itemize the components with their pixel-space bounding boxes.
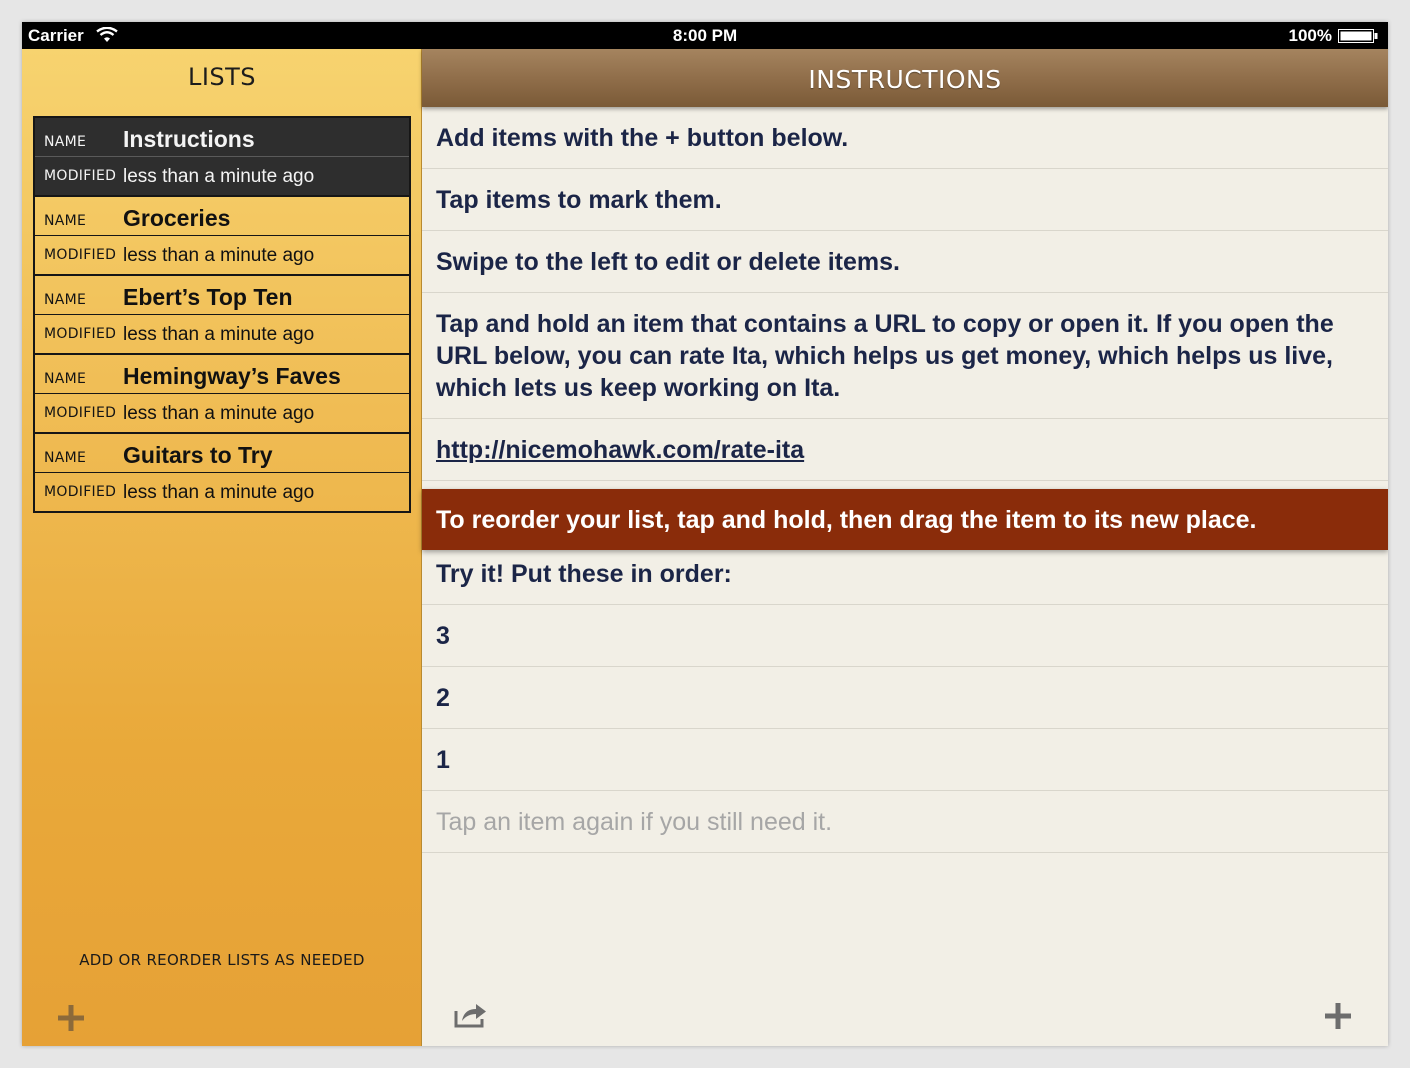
list-item[interactable]: Swipe to the left to edit or delete item…: [422, 231, 1388, 293]
list-item-instructions[interactable]: NAME Instructions MODIFIED less than a min…: [35, 118, 409, 197]
list-item-marked[interactable]: Tap an item again if you still need it.: [422, 791, 1388, 853]
sidebar-hint: ADD OR REORDER LISTS AS NEEDED: [79, 951, 365, 969]
items-list: Add items with the + button below. Tap i…: [422, 107, 1388, 853]
list-item[interactable]: Try it! Put these in order:: [422, 550, 1388, 605]
modified-label: MODIFIED: [44, 247, 117, 263]
list-item-highlighted[interactable]: To reorder your list, tap and hold, then…: [422, 489, 1388, 550]
list-name: Guitars to Try: [123, 442, 273, 468]
detail-header: INSTRUCTIONS: [422, 49, 1388, 107]
list-modified: less than a minute ago: [123, 166, 315, 187]
list-detail: INSTRUCTIONS Add items with the + button…: [422, 49, 1388, 1046]
list-item-url[interactable]: http://nicemohawk.com/rate-ita: [422, 419, 1388, 481]
battery-icon: [1338, 29, 1378, 43]
list-item[interactable]: Tap items to mark them.: [422, 169, 1388, 231]
modified-label: MODIFIED: [44, 168, 117, 184]
name-label: NAME: [44, 371, 87, 387]
name-label: NAME: [44, 292, 87, 308]
url-link[interactable]: http://nicemohawk.com/rate-ita: [436, 436, 804, 464]
ipad-screen: Carrier 8:00 PM 100% LISTS NAME Instructi…: [22, 22, 1388, 1046]
share-icon[interactable]: [454, 999, 488, 1029]
name-label: NAME: [44, 134, 87, 150]
list-item-groceries[interactable]: NAME Groceries MODIFIED less than a minute…: [35, 197, 409, 276]
list-name: Ebert’s Top Ten: [123, 284, 293, 310]
lists-sidebar: LISTS NAME Instructions MODIFIED less than…: [22, 49, 422, 1046]
status-bar: Carrier 8:00 PM 100%: [22, 22, 1388, 49]
page-title: INSTRUCTIONS: [808, 65, 1002, 94]
list-item-guitars-to-try[interactable]: NAME Guitars to Try MODIFIED less than a m…: [35, 434, 409, 511]
list-modified: less than a minute ago: [123, 324, 315, 345]
battery-percent: 100%: [1288, 26, 1332, 45]
list-modified: less than a minute ago: [123, 245, 315, 266]
lists-table: NAME Instructions MODIFIED less than a min…: [33, 116, 411, 513]
add-item-button[interactable]: [1324, 1002, 1352, 1030]
modified-label: MODIFIED: [44, 484, 117, 500]
list-item-eberts-top-ten[interactable]: NAME Ebert’s Top Ten MODIFIED less than a …: [35, 276, 409, 355]
add-list-button[interactable]: [57, 1004, 85, 1032]
modified-label: MODIFIED: [44, 405, 117, 421]
list-item[interactable]: Add items with the + button below.: [422, 107, 1388, 169]
list-name: Hemingway’s Faves: [123, 363, 341, 389]
list-item[interactable]: 1: [422, 729, 1388, 791]
clock: 8:00 PM: [672, 26, 738, 45]
name-label: NAME: [44, 213, 87, 229]
name-label: NAME: [44, 450, 87, 466]
list-modified: less than a minute ago: [123, 403, 315, 424]
list-modified: less than a minute ago: [123, 482, 315, 503]
list-item[interactable]: Tap and hold an item that contains a URL…: [422, 293, 1388, 419]
modified-label: MODIFIED: [44, 326, 117, 342]
list-item[interactable]: 2: [422, 667, 1388, 729]
list-item-hemingways-faves[interactable]: NAME Hemingway’s Faves MODIFIED less than …: [35, 355, 409, 434]
list-item[interactable]: 3: [422, 605, 1388, 667]
list-name: Instructions: [123, 126, 255, 152]
list-name: Groceries: [123, 205, 231, 231]
sidebar-title: LISTS: [187, 63, 257, 91]
